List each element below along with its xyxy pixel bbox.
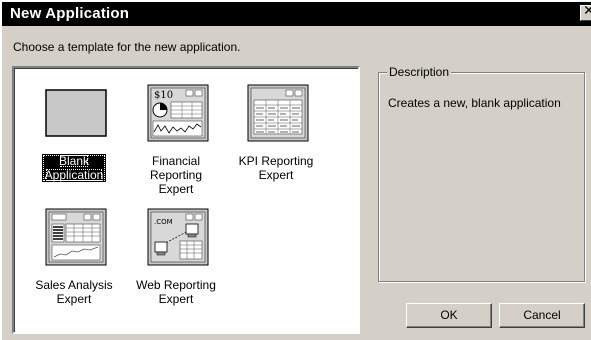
close-button[interactable]: ✕ <box>580 3 591 21</box>
description-legend: Description <box>387 65 452 79</box>
title-bar[interactable]: New Application ✕ <box>2 2 591 26</box>
ok-button[interactable]: OK <box>406 303 492 328</box>
dollar-text: $10 <box>154 90 173 101</box>
dialog-title: New Application <box>10 5 130 22</box>
template-label: Web Reporting Expert <box>136 278 216 306</box>
template-sales-analysis-expert[interactable]: Sales Analysis Expert <box>28 208 120 318</box>
sales-analysis-icon <box>44 208 108 268</box>
description-group: Description Creates a new, blank applica… <box>378 65 585 282</box>
instruction-text: Choose a template for the new applicatio… <box>13 40 241 54</box>
template-financial-reporting-expert[interactable]: $10 Financial Reporting Expert <box>130 84 222 196</box>
template-label: Financial Reporting Expert <box>149 154 203 196</box>
web-reporting-icon: .COM <box>146 208 210 268</box>
new-application-dialog: New Application ✕ Choose a template for … <box>0 0 591 340</box>
template-web-reporting-expert[interactable]: .COM Web Reporting Expert <box>130 208 222 318</box>
template-blank-application[interactable]: Blank Application <box>28 84 120 194</box>
template-kpi-reporting-expert[interactable]: KPI Reporting Expert <box>230 84 322 194</box>
template-label: Sales Analysis Expert <box>35 278 113 306</box>
blank-application-icon <box>44 84 108 144</box>
template-label: Blank Application <box>41 154 107 182</box>
template-list[interactable]: Blank Application $10 Financial Reportin… <box>12 66 360 334</box>
financial-reporting-icon: $10 <box>146 84 210 144</box>
template-label: KPI Reporting Expert <box>238 154 314 182</box>
dot-com-text: .COM <box>154 218 173 226</box>
close-icon: ✕ <box>583 3 591 19</box>
cancel-button[interactable]: Cancel <box>499 303 585 328</box>
kpi-reporting-icon <box>246 84 310 144</box>
description-text: Creates a new, blank application <box>388 96 561 110</box>
